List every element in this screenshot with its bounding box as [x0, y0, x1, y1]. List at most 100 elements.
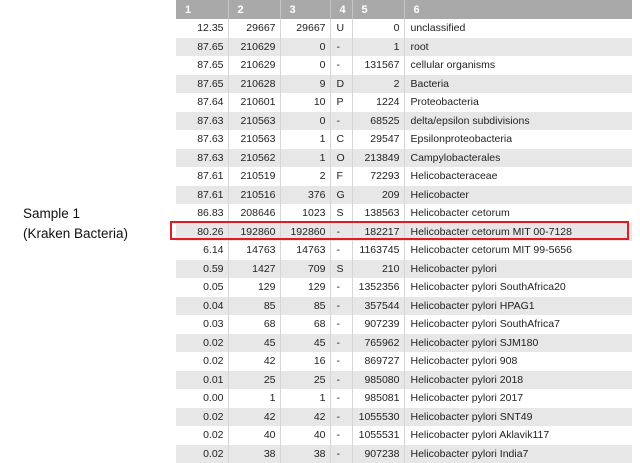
clade-reads-cell: 210562 [228, 149, 280, 168]
taxon-reads-cell: 0 [280, 56, 330, 75]
table-row: 86.832086461023S138563Helicobacter cetor… [176, 204, 632, 223]
table-row: 87.652106289D2Bacteria [176, 75, 632, 94]
table-row: 0.012525-985080Helicobacter pylori 2018 [176, 371, 632, 390]
clade-reads-cell: 42 [228, 352, 280, 371]
taxid-cell: 213849 [352, 149, 404, 168]
taxon-reads-cell: 129 [280, 278, 330, 297]
taxon-name-cell: Helicobacter pylori SouthAfrica7 [404, 315, 632, 334]
rank-code-cell: - [330, 389, 352, 408]
clade-reads-cell: 42 [228, 408, 280, 427]
table-row: 0.591427709S210Helicobacter pylori [176, 260, 632, 279]
taxon-name-cell: Helicobacter pylori 908 [404, 352, 632, 371]
clade-reads-cell: 29667 [228, 19, 280, 38]
taxon-name-cell: Helicobacter pylori 2017 [404, 389, 632, 408]
taxid-cell: 985081 [352, 389, 404, 408]
percent-cell: 0.02 [176, 445, 228, 463]
clade-reads-cell: 1427 [228, 260, 280, 279]
percent-cell: 87.65 [176, 56, 228, 75]
percent-cell: 0.01 [176, 371, 228, 390]
rank-code-cell: P [330, 93, 352, 112]
taxon-reads-cell: 40 [280, 426, 330, 445]
clade-reads-cell: 210516 [228, 186, 280, 205]
table-row: 87.652106290-131567cellular organisms [176, 56, 632, 75]
table-row: 0.024242-1055530Helicobacter pylori SNT4… [176, 408, 632, 427]
taxon-name-cell: Helicobacter cetorum [404, 204, 632, 223]
taxon-name-cell: cellular organisms [404, 56, 632, 75]
taxon-name-cell: Helicobacter pylori [404, 260, 632, 279]
taxon-reads-cell: 38 [280, 445, 330, 463]
table-row-highlighted: 80.26192860192860-182217Helicobacter cet… [176, 223, 632, 242]
percent-cell: 87.61 [176, 186, 228, 205]
taxon-name-cell: Helicobacter [404, 186, 632, 205]
clade-reads-cell: 14763 [228, 241, 280, 260]
taxon-name-cell: Helicobacteraceae [404, 167, 632, 186]
taxon-name-cell: unclassified [404, 19, 632, 38]
taxon-reads-cell: 25 [280, 371, 330, 390]
rank-code-cell: O [330, 149, 352, 168]
percent-cell: 0.03 [176, 315, 228, 334]
percent-cell: 87.61 [176, 167, 228, 186]
column-header-4[interactable]: 4 [330, 0, 352, 19]
table-row: 6.141476314763-1163745Helicobacter cetor… [176, 241, 632, 260]
taxid-cell: 869727 [352, 352, 404, 371]
rank-code-cell: - [330, 371, 352, 390]
taxid-cell: 182217 [352, 223, 404, 242]
column-header-1[interactable]: 1 [176, 0, 228, 19]
taxon-name-cell: Helicobacter pylori SouthAfrica20 [404, 278, 632, 297]
taxid-cell: 209 [352, 186, 404, 205]
table-row: 87.6421060110P1224Proteobacteria [176, 93, 632, 112]
taxon-reads-cell: 192860 [280, 223, 330, 242]
table-body: 12.352966729667U0unclassified87.65210629… [176, 19, 632, 463]
clade-reads-cell: 38 [228, 445, 280, 463]
rank-code-cell: - [330, 408, 352, 427]
taxon-reads-cell: 709 [280, 260, 330, 279]
clade-reads-cell: 210519 [228, 167, 280, 186]
clade-reads-cell: 68 [228, 315, 280, 334]
table-row: 0.0011-985081Helicobacter pylori 2017 [176, 389, 632, 408]
rank-code-cell: - [330, 223, 352, 242]
taxid-cell: 985080 [352, 371, 404, 390]
percent-cell: 80.26 [176, 223, 228, 242]
taxid-cell: 210 [352, 260, 404, 279]
taxid-cell: 1055531 [352, 426, 404, 445]
rank-code-cell: - [330, 315, 352, 334]
rank-code-cell: - [330, 334, 352, 353]
taxon-name-cell: Helicobacter cetorum MIT 00-7128 [404, 223, 632, 242]
table-row: 0.05129129-1352356Helicobacter pylori So… [176, 278, 632, 297]
taxid-cell: 131567 [352, 56, 404, 75]
rank-code-cell: - [330, 112, 352, 131]
percent-cell: 87.63 [176, 149, 228, 168]
taxon-reads-cell: 14763 [280, 241, 330, 260]
taxon-reads-cell: 1 [280, 130, 330, 149]
clade-reads-cell: 210563 [228, 130, 280, 149]
taxon-name-cell: Campylobacterales [404, 149, 632, 168]
percent-cell: 0.02 [176, 408, 228, 427]
clade-reads-cell: 210601 [228, 93, 280, 112]
column-header-2[interactable]: 2 [228, 0, 280, 19]
taxid-cell: 1163745 [352, 241, 404, 260]
percent-cell: 87.63 [176, 130, 228, 149]
taxid-cell: 357544 [352, 297, 404, 316]
taxid-cell: 29547 [352, 130, 404, 149]
rank-code-cell: F [330, 167, 352, 186]
clade-reads-cell: 129 [228, 278, 280, 297]
rank-code-cell: - [330, 56, 352, 75]
taxon-reads-cell: 42 [280, 408, 330, 427]
taxid-cell: 0 [352, 19, 404, 38]
taxid-cell: 1224 [352, 93, 404, 112]
clade-reads-cell: 45 [228, 334, 280, 353]
rank-code-cell: - [330, 426, 352, 445]
taxon-name-cell: Helicobacter pylori SJM180 [404, 334, 632, 353]
taxon-name-cell: Epsilonproteobacteria [404, 130, 632, 149]
kraken-report-table: 123456 12.352966729667U0unclassified87.6… [176, 0, 632, 463]
rank-code-cell: - [330, 352, 352, 371]
column-header-5[interactable]: 5 [352, 0, 404, 19]
taxon-name-cell: Bacteria [404, 75, 632, 94]
rank-code-cell: C [330, 130, 352, 149]
column-header-3[interactable]: 3 [280, 0, 330, 19]
taxid-cell: 1055530 [352, 408, 404, 427]
column-header-6[interactable]: 6 [404, 0, 632, 19]
taxid-cell: 1 [352, 38, 404, 57]
taxon-reads-cell: 45 [280, 334, 330, 353]
clade-reads-cell: 85 [228, 297, 280, 316]
